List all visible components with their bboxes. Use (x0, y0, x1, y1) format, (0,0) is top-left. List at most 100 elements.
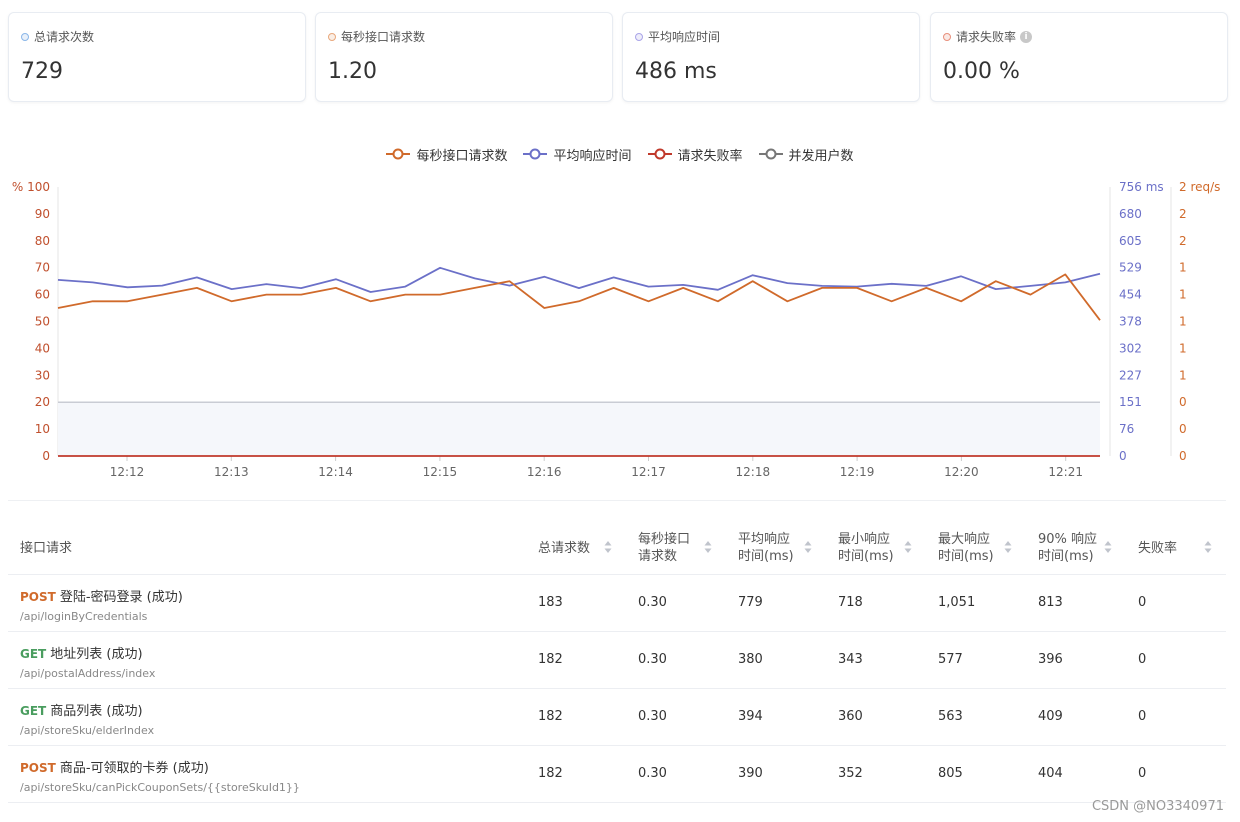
y-right-rps-tick-label: 2 (1179, 207, 1187, 221)
legend-circle (392, 148, 404, 160)
x-tick-label: 12:15 (423, 465, 458, 479)
y-left-tick-label: 40 (35, 341, 50, 355)
column-header-label: 总请求数 (538, 540, 591, 556)
legend-item[interactable]: 并发用户数 (758, 144, 854, 164)
y-right-ms-tick-label: 378 (1119, 315, 1142, 329)
sort-icon[interactable] (1104, 540, 1112, 554)
stat-value: 486 ms (635, 59, 717, 84)
table-row[interactable]: POST 商品-可领取的卡券 (成功) /api/storeSku/canPickC… (8, 746, 1226, 803)
table-cell: 0.30 (638, 652, 667, 667)
y-right-rps-tick-label: 1 (1179, 288, 1187, 302)
x-tick-label: 12:13 (214, 465, 249, 479)
y-left-tick-label: 20 (35, 395, 50, 409)
request-label: 商品列表 (成功) (50, 704, 143, 719)
timeseries-chart: % 1009080706050403020100756 ms6806055294… (12, 180, 1221, 479)
legend-label: 并发用户数 (788, 148, 854, 164)
y-right-rps-tick-label: 0 (1179, 449, 1187, 463)
sort-up-arrow (604, 541, 612, 546)
sort-icon[interactable] (904, 540, 912, 554)
table-cell: 563 (938, 709, 963, 724)
x-tick-label: 12:19 (840, 465, 875, 479)
table-cell: 779 (738, 595, 763, 610)
column-header[interactable]: 失败率 (1138, 532, 1177, 564)
y-left-tick-label: 70 (35, 261, 50, 275)
legend-label: 每秒接口请求数 (416, 148, 508, 164)
request-path: /api/loginByCredentials (20, 610, 148, 623)
sort-icon[interactable] (704, 540, 712, 554)
legend-label: 请求失败率 (677, 148, 743, 164)
column-header-label: 失败率 (1138, 540, 1178, 556)
legend-item[interactable]: 请求失败率 (647, 144, 743, 164)
sort-down-arrow (1004, 548, 1012, 553)
sort-up-arrow (704, 541, 712, 546)
column-header[interactable]: 每秒接口 请求数 (638, 532, 690, 564)
stat-card-rps: 每秒接口请求数 1.20 (315, 12, 613, 102)
sort-icon[interactable] (1004, 540, 1012, 554)
x-tick-label: 12:16 (527, 465, 562, 479)
sort-down-arrow (604, 548, 612, 553)
column-header[interactable]: 最大响应 时间(ms) (938, 532, 994, 564)
table-cell: 805 (938, 766, 963, 781)
request-name: POST 商品-可领取的卡券 (成功) (20, 757, 209, 776)
y-right-ms-tick-label: 151 (1119, 395, 1142, 409)
table-cell: 380 (738, 652, 763, 667)
table-cell: 0 (1138, 766, 1147, 781)
x-tick-label: 12:20 (944, 465, 979, 479)
table-cell: 182 (538, 709, 563, 724)
legend-circle (654, 148, 665, 160)
y-right-ms-tick-label: 529 (1119, 261, 1142, 275)
sort-down-arrow (904, 548, 912, 553)
table-cell: 182 (538, 652, 563, 667)
table-cell: 0.30 (638, 709, 667, 724)
y-right-rps-tick-label: 0 (1179, 422, 1187, 436)
stat-cards: 总请求次数 729 每秒接口请求数 1.20 平均响应时间 486 ms 请求失… (8, 12, 1228, 102)
table-cell: 182 (538, 766, 563, 781)
legend-item[interactable]: 每秒接口请求数 (386, 144, 507, 164)
table-row[interactable]: GET 地址列表 (成功) /api/postalAddress/index 182 0… (8, 632, 1226, 689)
y-left-tick-label: 10 (35, 422, 50, 436)
sort-icon[interactable] (604, 540, 612, 554)
request-name: POST 登陆-密码登录 (成功) (20, 586, 183, 605)
table-cell: 404 (1038, 766, 1063, 781)
legend-label: 平均响应时间 (553, 148, 632, 164)
legend-marker-icon (647, 148, 672, 160)
http-method-badge: POST (20, 761, 56, 775)
y-right-ms-tick-label: 605 (1119, 234, 1142, 248)
table-cell: 352 (838, 766, 863, 781)
table-row[interactable]: GET 商品列表 (成功) /api/storeSku/elderIndex 182 0… (8, 689, 1226, 746)
table-row[interactable]: POST 登陆-密码登录 (成功) /api/loginByCredentials 1… (8, 575, 1226, 632)
x-tick-label: 12:14 (318, 465, 353, 479)
info-icon[interactable]: i (1020, 30, 1033, 43)
stat-value: 1.20 (328, 59, 377, 84)
y-right-ms-tick-label: 454 (1119, 288, 1142, 302)
stat-card-failure-rate: 请求失败率 i 0.00 % (930, 12, 1228, 102)
y-right-rps-tick-label: 1 (1179, 341, 1187, 355)
legend-item[interactable]: 平均响应时间 (523, 144, 632, 164)
table-cell: 390 (738, 766, 763, 781)
table-cell: 0 (1138, 652, 1147, 667)
y-left-tick-label: 90 (35, 207, 50, 221)
stat-label: 平均响应时间 (648, 30, 721, 44)
column-header-label: 最小响应 时间(ms) (838, 532, 894, 564)
column-header-label: 90% 响应 时间(ms) (1038, 532, 1098, 564)
column-header[interactable]: 最小响应 时间(ms) (838, 532, 894, 564)
column-header-label: 每秒接口 请求数 (638, 532, 691, 564)
chart-legend: 每秒接口请求数 平均响应时间 请求失败率 并发用户数 (0, 144, 1240, 164)
stat-value: 0.00 % (943, 59, 1020, 84)
column-header-label: 接口请求 (20, 540, 73, 556)
sort-icon[interactable] (1204, 540, 1212, 554)
column-header[interactable]: 90% 响应 时间(ms) (1038, 532, 1097, 564)
table-cell: 0.30 (638, 766, 667, 781)
sort-up-arrow (904, 541, 912, 546)
y-left-tick-label: 60 (35, 288, 50, 302)
table-cell: 718 (838, 595, 863, 610)
legend-marker-icon (758, 148, 783, 160)
x-tick-label: 12:21 (1048, 465, 1083, 479)
request-path: /api/storeSku/elderIndex (20, 724, 155, 737)
request-label: 登陆-密码登录 (成功) (59, 590, 183, 605)
request-label: 商品-可领取的卡券 (成功) (59, 761, 209, 776)
column-header[interactable]: 平均响应 时间(ms) (738, 532, 794, 564)
column-header[interactable]: 总请求数 (538, 532, 590, 564)
sort-up-arrow (1204, 541, 1212, 546)
sort-icon[interactable] (804, 540, 812, 554)
